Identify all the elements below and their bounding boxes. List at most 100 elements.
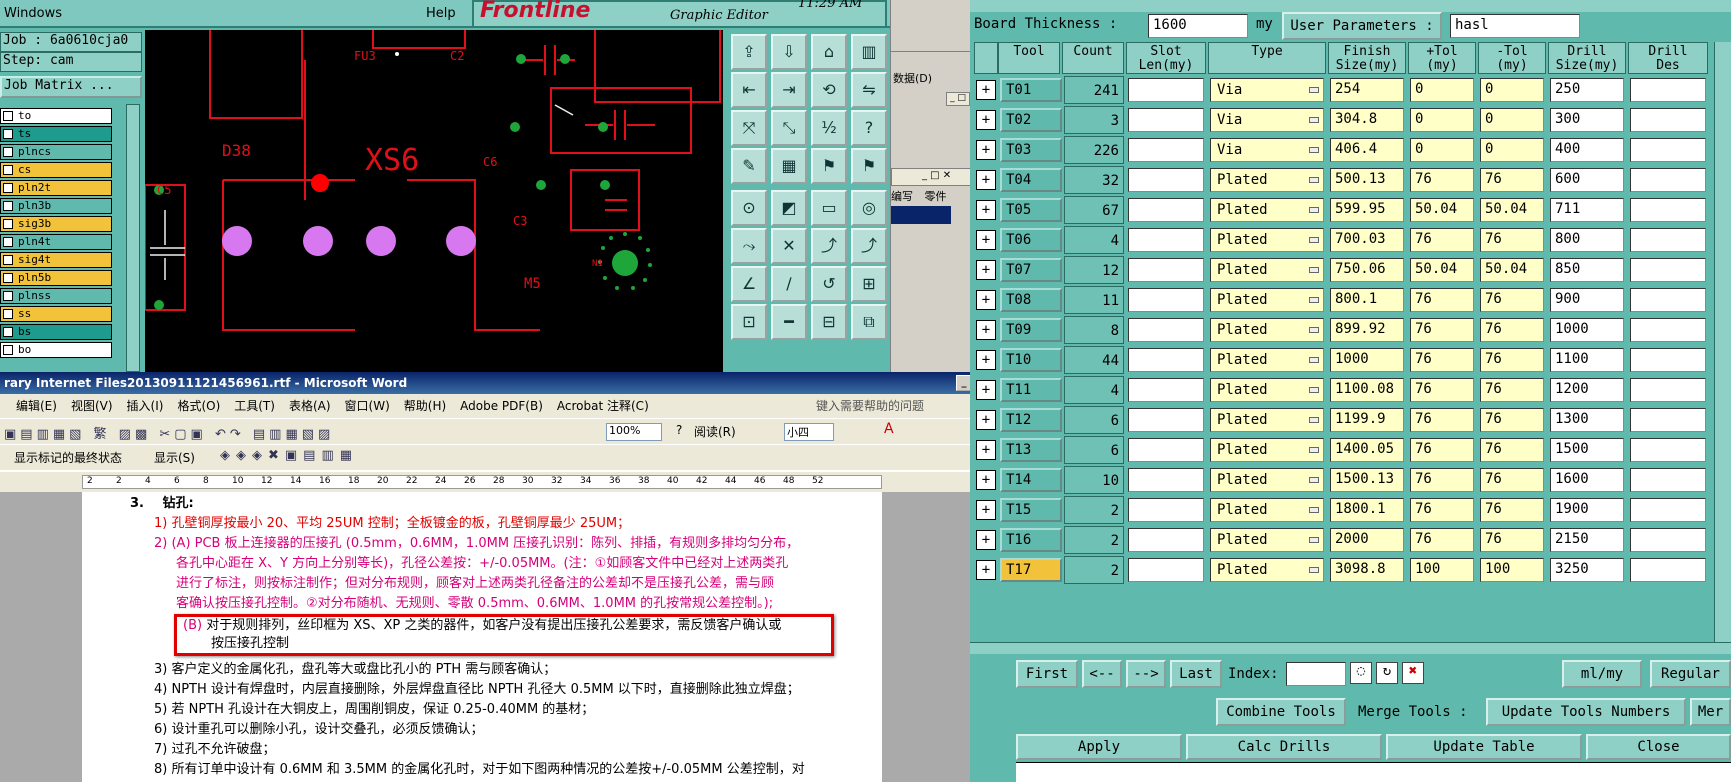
expand-icon[interactable]: + [976, 80, 996, 100]
drill-size-field[interactable]: 1600 [1550, 468, 1624, 492]
minus-tol-field[interactable]: 76 [1480, 438, 1544, 462]
drill-des-field[interactable] [1630, 558, 1706, 582]
finish-size-field[interactable]: 3098.8 [1330, 558, 1404, 582]
tool-button[interactable]: T05 [1000, 198, 1062, 222]
slot-len-field[interactable] [1128, 408, 1204, 432]
drill-des-field[interactable] [1630, 408, 1706, 432]
plus-tol-field[interactable]: 76 [1410, 528, 1474, 552]
tool-button[interactable]: T06 [1000, 228, 1062, 252]
type-select[interactable]: Plated [1210, 228, 1324, 252]
edit-tool-icon[interactable]: ✎ [731, 148, 767, 184]
minus-tol-field[interactable]: 76 [1480, 168, 1544, 192]
drill-size-field[interactable]: 1000 [1550, 318, 1624, 342]
route-tool-icon[interactable]: ⤴ [811, 228, 847, 264]
flip-tool-icon[interactable]: ⇋ [851, 72, 887, 108]
expand-icon[interactable]: + [976, 260, 996, 280]
minus-tol-field[interactable]: 50.04 [1480, 258, 1544, 282]
drill-des-field[interactable] [1630, 318, 1706, 342]
minus-tol-field[interactable]: 0 [1480, 138, 1544, 162]
drill-size-field[interactable]: 850 [1550, 258, 1624, 282]
tool-button[interactable]: T08 [1000, 288, 1062, 312]
layer-checkbox[interactable] [3, 291, 13, 301]
table-tool-icon[interactable]: ▦ [771, 148, 807, 184]
slot-len-field[interactable] [1128, 378, 1204, 402]
tool-button[interactable]: T03 [1000, 138, 1062, 162]
minus-tol-field[interactable]: 50.04 [1480, 198, 1544, 222]
type-select[interactable]: Plated [1210, 168, 1324, 192]
route-alt-tool-icon[interactable]: ⤴ [851, 228, 887, 264]
right-tool-icon[interactable]: ⇥ [771, 72, 807, 108]
layer-row[interactable]: ts [0, 126, 112, 142]
type-select[interactable]: Plated [1210, 528, 1324, 552]
delete-icon[interactable]: ✖ [1402, 662, 1424, 684]
drill-size-field[interactable]: 300 [1550, 108, 1624, 132]
drill-des-field[interactable] [1630, 468, 1706, 492]
finish-size-field[interactable]: 500.13 [1330, 168, 1404, 192]
slot-len-field[interactable] [1128, 168, 1204, 192]
tool-button[interactable]: T14 [1000, 468, 1062, 492]
layer-row[interactable]: pln4t [0, 234, 112, 250]
font-color-icon[interactable]: A [884, 421, 894, 437]
slot-len-field[interactable] [1128, 318, 1204, 342]
slot-len-field[interactable] [1128, 288, 1204, 312]
mode-select[interactable]: Regular [1650, 660, 1731, 688]
layer-row[interactable]: plnss [0, 288, 112, 304]
tool-button[interactable]: T17 [1000, 558, 1062, 582]
bg-selected-row[interactable] [891, 206, 951, 224]
slot-len-field[interactable] [1128, 528, 1204, 552]
expand-icon[interactable]: + [976, 380, 996, 400]
layer-checkbox[interactable] [3, 327, 13, 337]
expand-icon[interactable]: + [976, 290, 996, 310]
expand-tool-icon[interactable]: ⤧ [731, 110, 767, 146]
word-menu-item[interactable]: Adobe PDF(B) [460, 399, 543, 413]
more-button[interactable]: Mer [1690, 698, 1731, 726]
finish-size-field[interactable]: 254 [1330, 78, 1404, 102]
split-tool-icon[interactable]: ⊟ [811, 304, 847, 340]
drill-des-field[interactable] [1630, 378, 1706, 402]
pcb-canvas[interactable]: D38 XS6 C5 C6 C3 M5 C2 FU3 N1 [145, 30, 723, 372]
finish-size-field[interactable]: 304.8 [1330, 108, 1404, 132]
drill-des-field[interactable] [1630, 78, 1706, 102]
type-select[interactable]: Plated [1210, 198, 1324, 222]
word-menu-item[interactable]: 表格(A) [289, 399, 331, 413]
drill-size-field[interactable]: 800 [1550, 228, 1624, 252]
drill-size-field[interactable]: 1500 [1550, 438, 1624, 462]
line-tool-icon[interactable]: ∕ [771, 266, 807, 302]
horizontal-scrollbar[interactable] [970, 642, 1731, 654]
drill-size-field[interactable]: 711 [1550, 198, 1624, 222]
menu-help[interactable]: Help [426, 6, 456, 21]
drill-des-field[interactable] [1630, 288, 1706, 312]
user-parameters-button[interactable]: User Parameters : [1282, 12, 1442, 40]
scale-tool-icon[interactable]: ½ [811, 110, 847, 146]
plus-tol-field[interactable]: 50.04 [1410, 258, 1474, 282]
word-menu-item[interactable]: Acrobat 注释(C) [557, 399, 649, 413]
grid-tool-icon[interactable]: ▥ [851, 34, 887, 70]
expand-icon[interactable]: + [976, 350, 996, 370]
rotate-tool-icon[interactable]: ⟲ [811, 72, 847, 108]
help-search[interactable]: 键入需要帮助的问题 [816, 394, 924, 418]
slot-len-field[interactable] [1128, 498, 1204, 522]
type-select[interactable]: Plated [1210, 348, 1324, 372]
drill-size-field[interactable]: 900 [1550, 288, 1624, 312]
minus-tol-field[interactable]: 76 [1480, 288, 1544, 312]
layer-checkbox[interactable] [3, 309, 13, 319]
drill-size-field[interactable]: 2150 [1550, 528, 1624, 552]
layer-checkbox[interactable] [3, 129, 13, 139]
first-button[interactable]: First [1016, 660, 1078, 688]
shrink-tool-icon[interactable]: ⤡ [771, 110, 807, 146]
slot-len-field[interactable] [1128, 468, 1204, 492]
layer-scrollbar[interactable] [126, 104, 140, 372]
user-parameters-field[interactable]: hasl [1450, 14, 1580, 38]
tool-button[interactable]: T15 [1000, 498, 1062, 522]
word-menu-item[interactable]: 帮助(H) [404, 399, 446, 413]
plus-tol-field[interactable]: 100 [1410, 558, 1474, 582]
minus-tol-field[interactable]: 76 [1480, 528, 1544, 552]
help-tool-icon[interactable]: ? [851, 110, 887, 146]
tool-button[interactable]: T02 [1000, 108, 1062, 132]
toolbar-icons[interactable]: ▣▤▥▦▧ 繁 ▨▩ ✂▢▣ ↶↷ ▤▥▦▧▨ [4, 423, 334, 442]
drill-des-field[interactable] [1630, 168, 1706, 192]
home-tool-icon[interactable]: ⌂ [811, 34, 847, 70]
layer-row[interactable]: cs [0, 162, 112, 178]
plus-tol-field[interactable]: 50.04 [1410, 198, 1474, 222]
type-select[interactable]: Plated [1210, 258, 1324, 282]
